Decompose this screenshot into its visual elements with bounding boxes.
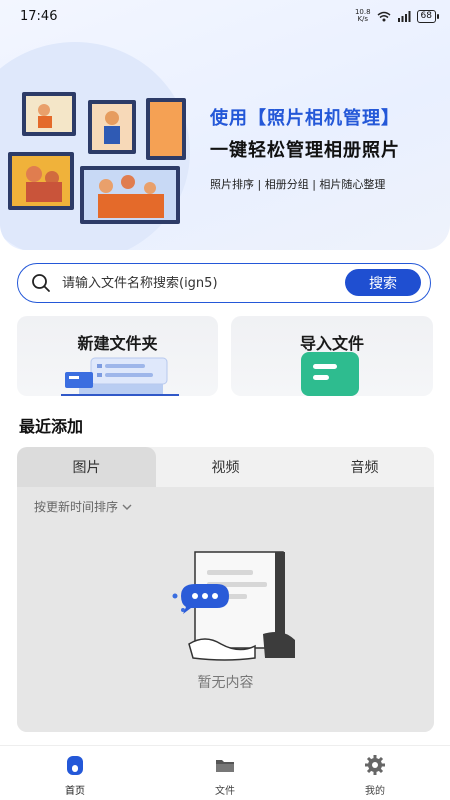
wifi-icon	[377, 11, 391, 21]
battery-indicator: 68	[416, 9, 440, 23]
recent-panel: 图片 视频 音频 按更新时间排序 暂无内容	[17, 447, 434, 732]
nav-files-label: 文件	[215, 786, 235, 797]
media-tabs: 图片 视频 音频	[17, 447, 434, 487]
status-icons: 10.8 K/s 68	[355, 9, 440, 23]
empty-document-illustration	[172, 551, 295, 661]
photo-wall-illustration	[8, 92, 186, 224]
net-speed-unit: K/s	[357, 15, 369, 23]
tab-images[interactable]: 图片	[17, 447, 156, 487]
new-folder-label: 新建文件夹	[77, 334, 158, 353]
hero-subtitle-bold: 一键轻松管理相册照片	[210, 140, 400, 161]
bottom-nav: 首页 文件 我的	[0, 745, 450, 800]
nav-home-label: 首页	[65, 786, 85, 797]
nav-profile[interactable]: 我的	[300, 746, 450, 800]
tab-videos[interactable]: 视频	[156, 447, 295, 487]
panel-body: 按更新时间排序 暂无内容	[17, 487, 434, 732]
hero-text: 使用【照片相机管理】 一键轻松管理相册照片 照片排序 | 相册分组 | 相片随心…	[210, 104, 442, 192]
new-folder-illustration	[61, 357, 179, 396]
import-file-illustration	[301, 352, 359, 396]
chevron-down-icon	[122, 504, 132, 510]
status-time: 17:46	[20, 8, 58, 24]
import-file-card[interactable]: 导入文件	[231, 316, 433, 396]
empty-state-text: 暂无内容	[197, 675, 254, 691]
settings-icon	[365, 755, 385, 775]
search-bar: 搜索	[17, 263, 431, 303]
hero-banner: 使用【照片相机管理】 一键轻松管理相册照片 照片排序 | 相册分组 | 相片随心…	[0, 0, 450, 250]
recent-title: 最近添加	[19, 417, 84, 436]
sort-dropdown[interactable]: 按更新时间排序	[34, 498, 132, 515]
nav-files[interactable]: 文件	[150, 746, 300, 800]
hero-title: 使用【照片相机管理】	[210, 108, 400, 129]
search-button[interactable]: 搜索	[345, 269, 421, 296]
signal-icon	[397, 10, 411, 22]
nav-profile-label: 我的	[365, 786, 385, 797]
net-speed: 10.8 K/s	[355, 9, 371, 23]
folder-icon	[216, 760, 234, 772]
new-folder-card[interactable]: 新建文件夹	[17, 316, 218, 396]
hero-features: 照片排序 | 相册分组 | 相片随心整理	[210, 178, 386, 191]
tab-audio[interactable]: 音频	[295, 447, 434, 487]
search-icon	[32, 274, 50, 292]
status-bar: 17:46 10.8 K/s 68	[0, 0, 450, 32]
sort-label: 按更新时间排序	[34, 500, 119, 514]
home-icon	[67, 756, 83, 775]
nav-home[interactable]: 首页	[0, 746, 150, 800]
